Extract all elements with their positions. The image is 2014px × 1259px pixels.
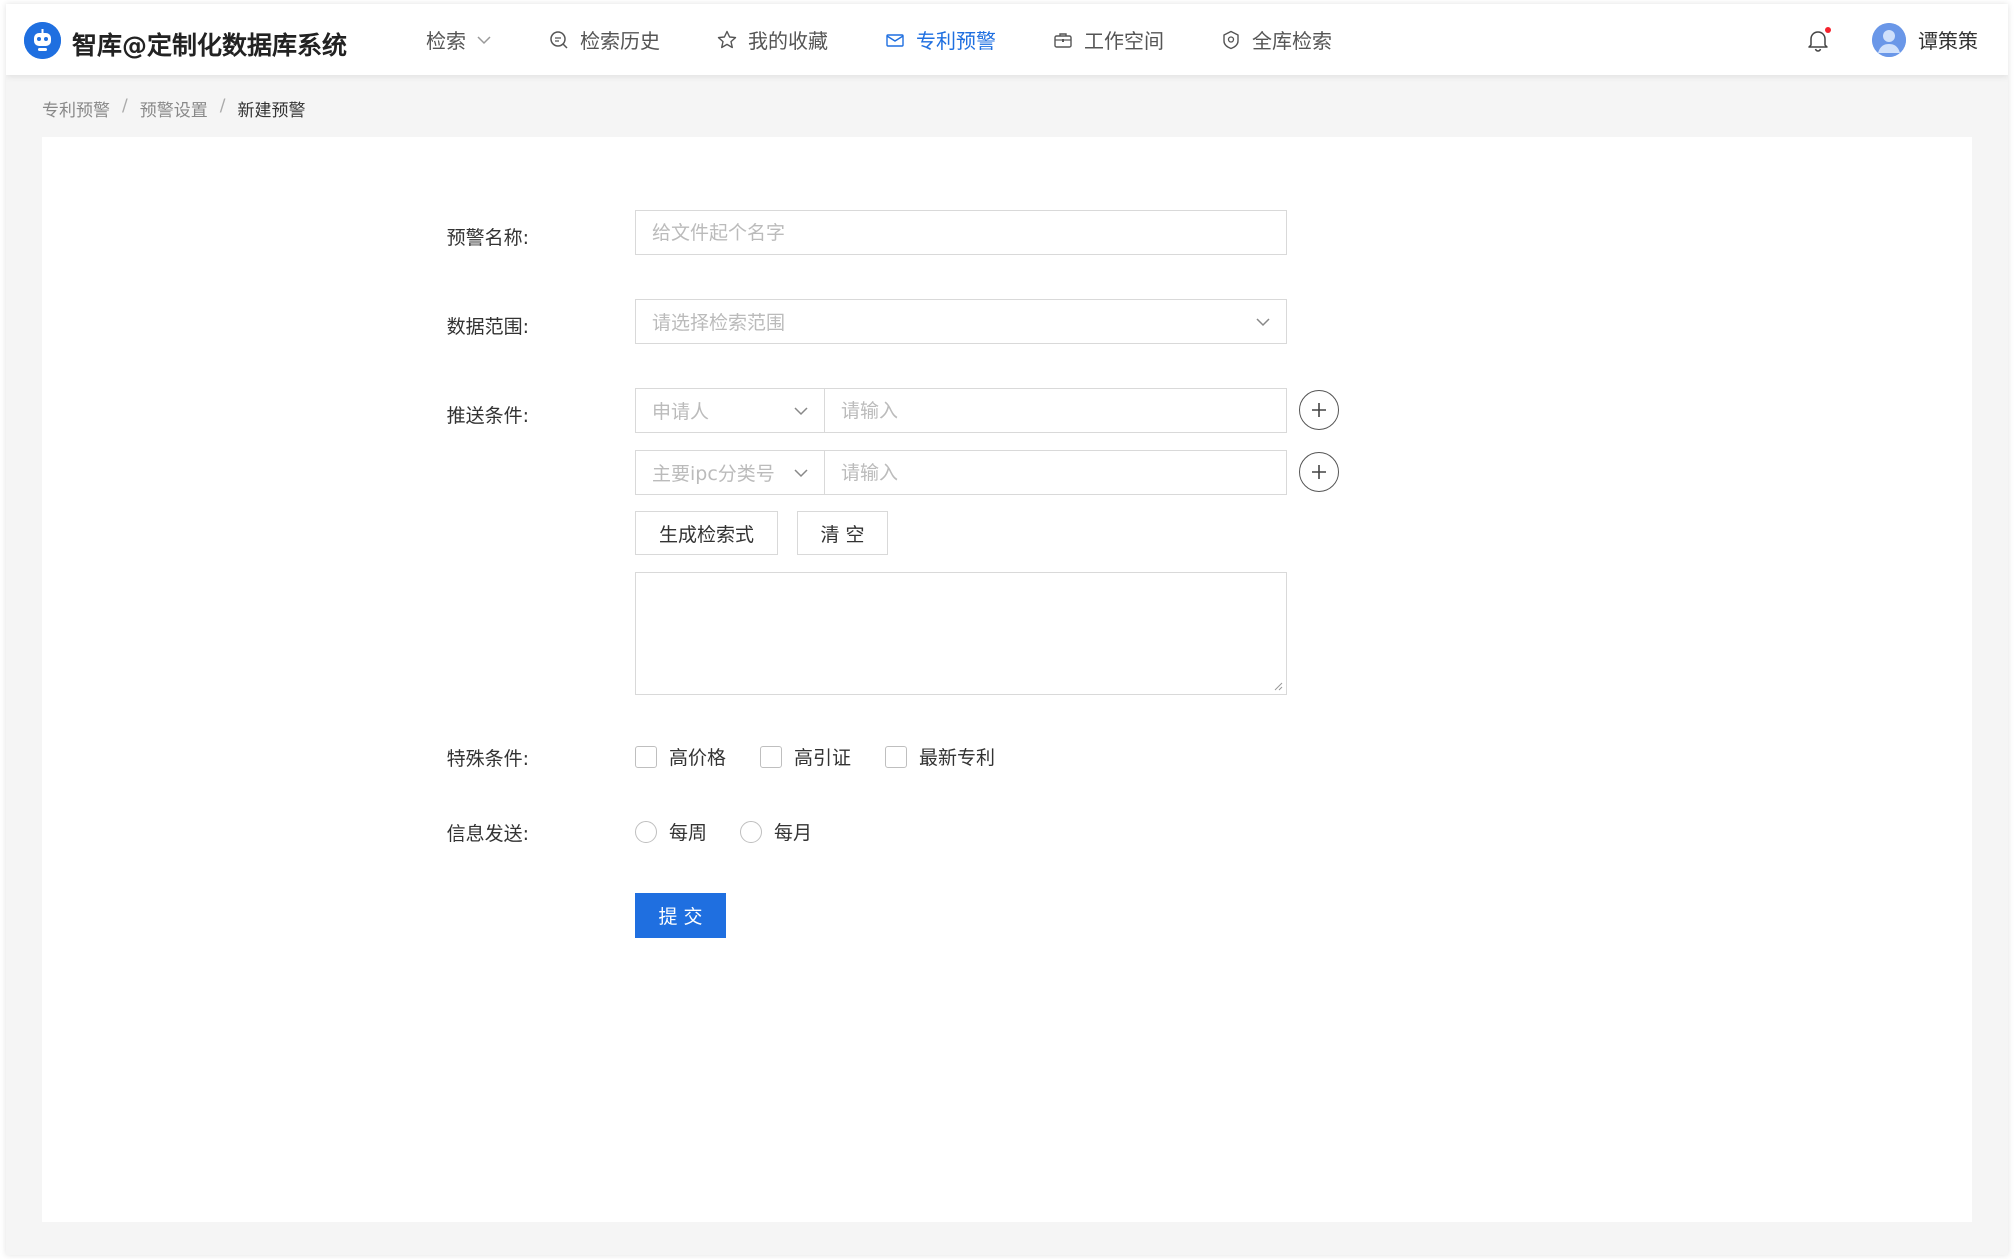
app-title: 智库@定制化数据库系统 xyxy=(72,31,348,60)
history-icon xyxy=(548,29,570,51)
checkbox-high-price[interactable]: 高价格 xyxy=(635,743,726,770)
scope-label: 数据范围: xyxy=(446,316,529,338)
radio-monthly[interactable]: 每月 xyxy=(740,818,812,845)
radio-label: 每周 xyxy=(669,822,708,844)
condition-value-input[interactable] xyxy=(824,450,1287,495)
breadcrumb-link-alert-settings[interactable]: 预警设置 xyxy=(140,96,208,121)
form-card: 预警名称: 数据范围: 请选择检索范围 推送条件: 申请人 主要ipc分类号 xyxy=(42,137,1972,1222)
nav-item-label: 专利预警 xyxy=(916,29,996,53)
condition-value-input[interactable] xyxy=(824,388,1287,433)
radio-label: 每月 xyxy=(774,822,813,844)
nav-item-label: 工作空间 xyxy=(1084,29,1164,53)
name-label: 预警名称: xyxy=(446,227,529,249)
radio-weekly[interactable]: 每周 xyxy=(635,818,707,845)
checkbox-box[interactable] xyxy=(760,745,782,768)
submit-button[interactable]: 提 交 xyxy=(635,893,726,938)
breadcrumb: 专利预警 / 预警设置 / 新建预警 xyxy=(42,96,305,121)
app-frame: 智库@定制化数据库系统 检索 检索历史 我的收藏 专利预警 工作空间 全库检索 … xyxy=(6,4,2008,1255)
checkbox-box[interactable] xyxy=(885,745,907,768)
condition-field-value: 申请人 xyxy=(652,401,710,423)
nav-item-workspace[interactable]: 工作空间 xyxy=(1052,25,1164,54)
nav-item-label: 全库检索 xyxy=(1252,29,1332,53)
chevron-down-icon xyxy=(476,32,492,48)
scope-select[interactable]: 请选择检索范围 xyxy=(635,299,1287,344)
special-label: 特殊条件: xyxy=(446,748,529,770)
nav-item-search[interactable]: 检索 xyxy=(426,25,492,54)
condition-field-select[interactable]: 申请人 xyxy=(635,388,825,433)
robot-logo-icon[interactable] xyxy=(24,22,61,59)
query-textarea[interactable] xyxy=(635,572,1287,695)
generate-query-button[interactable]: 生成检索式 xyxy=(635,511,778,555)
checkbox-latest-patent[interactable]: 最新专利 xyxy=(885,743,995,770)
nav-item-search-history[interactable]: 检索历史 xyxy=(548,25,660,54)
add-condition-button[interactable] xyxy=(1299,390,1339,430)
chevron-down-icon xyxy=(1254,313,1272,331)
checkbox-box[interactable] xyxy=(635,745,657,768)
conditions-label: 推送条件: xyxy=(446,405,529,427)
resize-handle-icon[interactable] xyxy=(1273,681,1283,691)
nav-item-patent-alert[interactable]: 专利预警 xyxy=(884,25,996,54)
nav-item-favorites[interactable]: 我的收藏 xyxy=(716,25,828,54)
mail-alert-icon xyxy=(884,29,906,51)
frequency-label: 信息发送: xyxy=(446,823,529,845)
plus-icon xyxy=(1312,403,1326,417)
user-name[interactable]: 谭策策 xyxy=(1918,25,1978,54)
checkbox-label: 最新专利 xyxy=(919,747,996,769)
nav-item-label: 我的收藏 xyxy=(748,29,828,53)
nav-item-label: 检索历史 xyxy=(580,29,660,53)
main-nav: 检索 检索历史 我的收藏 专利预警 工作空间 全库检索 xyxy=(426,4,1388,75)
avatar[interactable] xyxy=(1872,22,1906,57)
breadcrumb-link-patent-alert[interactable]: 专利预警 xyxy=(42,96,110,121)
chevron-down-icon xyxy=(792,464,810,482)
chevron-down-icon xyxy=(792,402,810,420)
breadcrumb-separator: / xyxy=(122,96,128,116)
breadcrumb-separator: / xyxy=(219,96,226,116)
alert-name-input[interactable] xyxy=(635,210,1287,255)
add-condition-button[interactable] xyxy=(1299,452,1339,492)
plus-icon xyxy=(1312,465,1326,479)
star-icon xyxy=(716,29,738,51)
nav-item-full-search[interactable]: 全库检索 xyxy=(1220,25,1332,54)
checkbox-label: 高引证 xyxy=(794,747,852,769)
briefcase-icon xyxy=(1052,29,1074,51)
condition-field-select[interactable]: 主要ipc分类号 xyxy=(635,450,825,495)
shield-icon xyxy=(1220,29,1242,51)
scope-select-placeholder: 请选择检索范围 xyxy=(652,312,786,334)
bell-icon[interactable] xyxy=(1804,26,1832,54)
radio-circle[interactable] xyxy=(635,820,657,843)
clear-button[interactable]: 清 空 xyxy=(797,511,888,555)
checkbox-label: 高价格 xyxy=(669,747,727,769)
checkbox-high-citation[interactable]: 高引证 xyxy=(760,743,851,770)
breadcrumb-current: 新建预警 xyxy=(237,101,306,121)
header-user-area: 谭策策 xyxy=(1804,4,1978,75)
notification-dot xyxy=(1825,26,1831,33)
condition-field-value: 主要ipc分类号 xyxy=(652,463,775,485)
radio-circle[interactable] xyxy=(740,820,762,843)
nav-item-label: 检索 xyxy=(426,29,466,53)
top-header: 智库@定制化数据库系统 检索 检索历史 我的收藏 专利预警 工作空间 全库检索 … xyxy=(6,4,2008,75)
